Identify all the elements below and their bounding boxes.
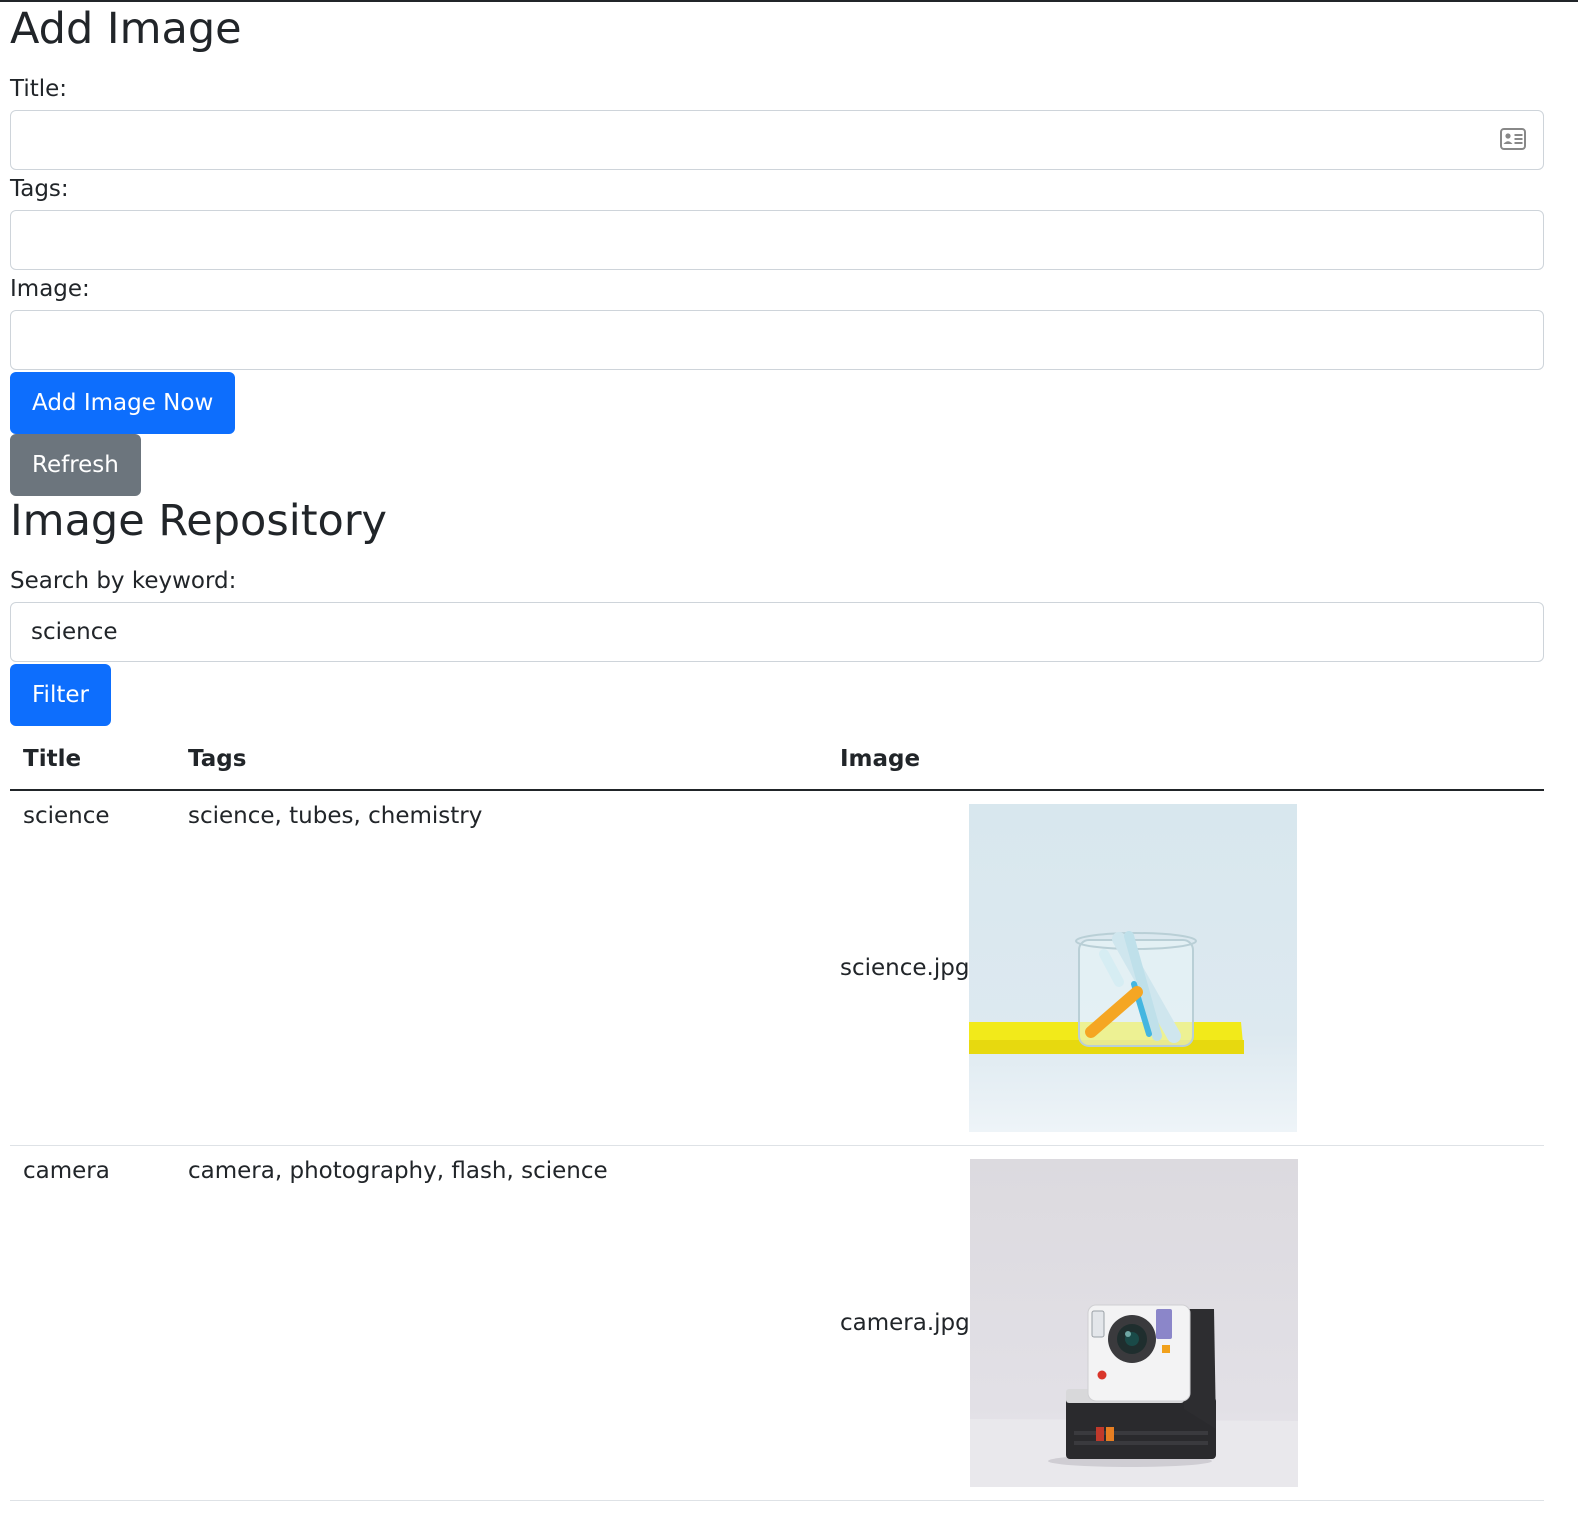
column-header-image: Image: [827, 728, 1544, 791]
science-beaker-photo: [969, 803, 1298, 1132]
row-title: camera: [10, 1145, 175, 1501]
image-filename: camera.jpg: [840, 1309, 970, 1336]
column-header-tags: Tags: [175, 728, 827, 791]
title-field-wrap: [10, 110, 1544, 170]
image-label: Image:: [10, 276, 90, 302]
search-input[interactable]: [10, 602, 1544, 662]
row-title: science: [10, 790, 175, 1146]
row-tags: science, tubes, chemistry: [175, 790, 827, 1146]
add-image-now-button[interactable]: Add Image Now: [10, 372, 236, 434]
image-repository-heading: Image Repository: [10, 496, 387, 546]
title-input[interactable]: [10, 110, 1544, 170]
row-image-cell: camera.jpg: [827, 1145, 1544, 1501]
table-row: camera camera, photography, flash, scien…: [10, 1145, 1544, 1501]
image-input[interactable]: [10, 310, 1544, 370]
title-label: Title:: [10, 76, 68, 102]
camera-photo: [969, 1158, 1298, 1487]
search-label: Search by keyword:: [10, 568, 237, 594]
refresh-button[interactable]: Refresh: [10, 434, 141, 496]
contact-card-icon[interactable]: [1500, 128, 1526, 150]
image-table: Title Tags Image science science, tubes,…: [10, 728, 1544, 1501]
image-cell-content: camera.jpg: [840, 1158, 1298, 1487]
add-image-heading: Add Image: [10, 4, 242, 54]
table-row: science science, tubes, chemistry scienc…: [10, 790, 1544, 1146]
filter-button[interactable]: Filter: [10, 664, 111, 726]
row-tags: camera, photography, flash, science: [175, 1145, 827, 1501]
tags-input[interactable]: [10, 210, 1544, 270]
column-header-title: Title: [10, 728, 175, 791]
image-cell-content: science.jpg: [840, 803, 1298, 1132]
tags-label: Tags:: [10, 176, 69, 202]
row-image-cell: science.jpg: [827, 790, 1544, 1146]
table-header-row: Title Tags Image: [10, 728, 1544, 791]
image-filename: science.jpg: [840, 954, 970, 981]
